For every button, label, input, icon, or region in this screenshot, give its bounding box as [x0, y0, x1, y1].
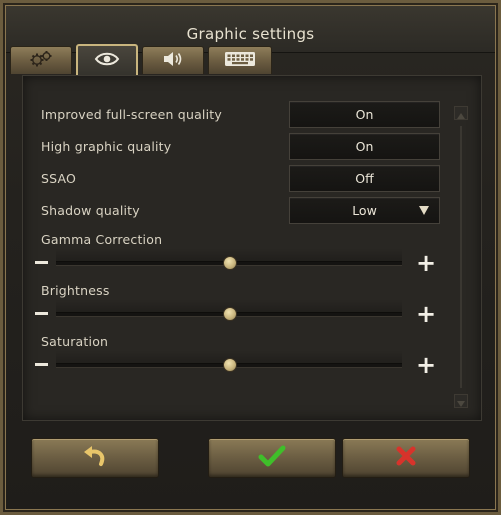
brightness-plus-button[interactable]: + — [416, 300, 436, 328]
improved-fullscreen-toggle[interactable]: On — [289, 101, 440, 128]
shadow-quality-dropdown[interactable]: Low — [289, 197, 440, 224]
high-graphic-value: On — [355, 139, 374, 154]
ssao-label: SSAO — [41, 171, 77, 186]
tab-controls[interactable] — [208, 46, 272, 74]
reset-button[interactable] — [31, 438, 159, 478]
saturation-slider-thumb[interactable] — [223, 358, 237, 372]
scrollbar[interactable] — [454, 106, 468, 411]
tab-sound[interactable] — [142, 46, 204, 74]
shadow-quality-value: Low — [352, 203, 377, 218]
gears-icon — [27, 49, 55, 73]
checkmark-icon — [258, 444, 286, 472]
keyboard-icon — [224, 51, 256, 71]
shadow-quality-label: Shadow quality — [41, 203, 140, 218]
ssao-toggle[interactable]: Off — [289, 165, 440, 192]
arrow-down-icon — [457, 392, 465, 411]
brightness-slider-thumb[interactable] — [223, 307, 237, 321]
improved-fullscreen-value: On — [355, 107, 374, 122]
gamma-minus-button[interactable] — [35, 261, 48, 264]
brightness-label: Brightness — [41, 283, 110, 298]
saturation-plus-button[interactable]: + — [416, 351, 436, 379]
tab-graphics[interactable] — [76, 44, 138, 76]
scroll-up-button[interactable] — [454, 106, 468, 120]
high-graphic-toggle[interactable]: On — [289, 133, 440, 160]
tab-general[interactable] — [10, 46, 72, 74]
cancel-button[interactable] — [342, 438, 470, 478]
confirm-button[interactable] — [208, 438, 336, 478]
scroll-down-button[interactable] — [454, 394, 468, 408]
improved-fullscreen-label: Improved full-screen quality — [41, 107, 222, 122]
eye-icon — [94, 51, 120, 71]
window-title: Graphic settings — [186, 25, 315, 43]
ssao-value: Off — [355, 171, 374, 186]
brightness-minus-button[interactable] — [35, 312, 48, 315]
saturation-minus-button[interactable] — [35, 363, 48, 366]
gamma-label: Gamma Correction — [41, 232, 163, 247]
gamma-plus-button[interactable]: + — [416, 249, 436, 277]
arrow-up-icon — [457, 104, 465, 123]
close-icon — [394, 444, 418, 472]
undo-icon — [81, 444, 109, 472]
saturation-label: Saturation — [41, 334, 109, 349]
scrollbar-track[interactable] — [460, 126, 462, 388]
speaker-icon — [160, 50, 186, 72]
chevron-down-icon — [419, 206, 429, 215]
gamma-slider-thumb[interactable] — [223, 256, 237, 270]
high-graphic-label: High graphic quality — [41, 139, 172, 154]
